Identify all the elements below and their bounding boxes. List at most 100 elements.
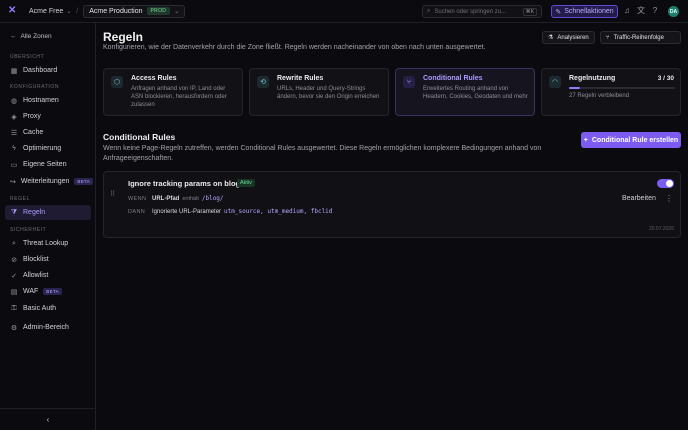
usage-progress-bar <box>569 87 675 89</box>
settings-icon: ⚙ <box>10 324 18 332</box>
rule-condition: URL-Pfad enthält /blog/ <box>152 195 224 202</box>
plus-icon: + <box>583 136 588 144</box>
sidebar-item-admin[interactable]: ⚙ Admin-Bereich <box>5 320 91 335</box>
lock-icon: ⚿ <box>11 304 17 312</box>
sidebar-item-cache[interactable]: ☰ Cache <box>5 125 91 140</box>
page-subtitle: Konfigurieren, wie der Datenverkehr durc… <box>103 44 486 51</box>
shield-icon: ⬡ <box>111 76 123 88</box>
group-configuration: Konfiguration <box>10 84 60 90</box>
gauge-icon: ◠ <box>549 76 561 88</box>
zone-switcher[interactable]: Acme Production PROD ⌄ <box>83 4 186 18</box>
sidebar-item-label: Eigene Seiten <box>23 161 67 168</box>
arrow-left-icon: ← <box>10 33 17 40</box>
help-icon[interactable]: ? <box>650 6 660 16</box>
collapse-sidebar-button[interactable]: ‹ <box>0 408 96 430</box>
zone-name: Acme Production <box>89 7 143 15</box>
quick-actions-label: Schnellaktionen <box>564 8 614 15</box>
beta-badge: BETA <box>43 288 62 295</box>
sidebar-item-proxy[interactable]: ◈ Proxy <box>5 109 91 124</box>
card-description: URLs, Header und Query-Strings ändern, b… <box>277 86 380 100</box>
translate-icon[interactable]: 文 <box>636 6 646 16</box>
back-label: Alle Zonen <box>20 33 52 40</box>
breadcrumb-separator: / <box>76 7 79 15</box>
analyze-button-label: Analysieren <box>557 34 589 41</box>
card-description: Anfragen anhand von IP, Land oder ASN bl… <box>131 86 227 108</box>
rule-title: Ignore tracking params on blog <box>128 179 241 188</box>
card-title: Conditional Rules <box>423 75 483 82</box>
wand-icon: ✎ <box>555 8 562 16</box>
usage-remaining: 27 Regeln verbleibend <box>569 93 630 99</box>
rule-date: 20.07.2026 <box>648 226 674 232</box>
bell-icon[interactable]: ♫ <box>622 6 632 16</box>
create-conditional-rule-button[interactable]: + Conditional Rule erstellen <box>581 132 681 148</box>
sidebar-item-label: Dashboard <box>23 67 58 74</box>
condition-operator: enthält <box>182 195 199 202</box>
usage-progress-fill <box>569 87 580 89</box>
drag-handle-icon[interactable]: ⠿ <box>110 190 115 198</box>
search-shortcut: ⌘K <box>522 7 537 16</box>
sidebar-item-label: Weiterleitungen <box>20 178 70 185</box>
traffic-order-button[interactable]: ⑂ Traffic-Reihenfolge <box>600 31 681 44</box>
status-badge: Aktiv <box>237 179 255 187</box>
edit-rule-button[interactable]: Bearbeiten <box>622 195 656 202</box>
grid-icon: ▦ <box>10 67 18 75</box>
section-title: Conditional Rules <box>103 132 176 142</box>
section-subtitle: Wenn keine Page-Regeln zutreffen, werden… <box>103 145 542 162</box>
back-to-zones-link[interactable]: ← Alle Zonen <box>10 33 52 40</box>
sidebar-item-redirects[interactable]: ↪ Weiterleitungen BETA <box>5 174 94 189</box>
search-placeholder: Suchen oder springen zu... <box>434 8 507 15</box>
sidebar-item-threat-lookup[interactable]: ⌕ Threat Lookup <box>5 236 91 251</box>
sidebar-item-basic-auth[interactable]: ⚿ Basic Auth <box>5 301 91 316</box>
rewrite-icon: ⟲ <box>257 76 269 88</box>
sidebar-item-blocklist[interactable]: ⊘ Blocklist <box>5 252 91 267</box>
sidebar-item-label: Optimierung <box>23 145 62 152</box>
sidebar-item-dashboard[interactable]: ▦ Dashboard <box>5 63 91 78</box>
sidebar-item-rules[interactable]: ⧩ Regeln <box>5 205 91 220</box>
chevron-down-icon: ⌄ <box>174 8 180 15</box>
sidebar-item-label: Hostnamen <box>23 97 59 104</box>
database-icon: ☰ <box>10 129 18 137</box>
search-input[interactable]: ⌕ Suchen oder springen zu... ⌘K <box>422 5 542 18</box>
chevron-left-icon: ‹ <box>46 415 50 424</box>
sidebar-item-optimization[interactable]: ϟ Optimierung <box>5 141 91 156</box>
condition-value: /blog/ <box>201 195 224 202</box>
card-conditional-rules[interactable]: ⑂ Conditional Rules Erweitertes Routing … <box>395 68 535 116</box>
action-params: utm_source, utm_medium, fbclid <box>224 208 333 215</box>
globe-icon: ◍ <box>10 97 18 105</box>
group-rules: Regel <box>10 196 30 202</box>
rule-usage-card: ◠ Regelnutzung 3 / 30 27 Regeln verbleib… <box>541 68 681 116</box>
analyze-button[interactable]: ⚗ Analysieren <box>542 31 595 44</box>
file-icon: ▭ <box>10 161 18 169</box>
sidebar-item-label: Allowlist <box>23 272 49 279</box>
rule-enabled-toggle[interactable] <box>657 179 674 188</box>
condition-field: URL-Pfad <box>152 195 180 202</box>
sidebar-item-hostnames[interactable]: ◍ Hostnamen <box>5 93 91 108</box>
main-content: Regeln Konfigurieren, wie der Datenverke… <box>96 23 688 430</box>
more-options-icon[interactable]: ⋮ <box>665 194 673 203</box>
rule-action: Ignorierte URL-Parameter utm_source, utm… <box>152 208 332 215</box>
card-access-rules[interactable]: ⬡ Access Rules Anfragen anhand von IP, L… <box>103 68 243 116</box>
create-button-label: Conditional Rule erstellen <box>591 136 679 144</box>
then-label: DANN <box>128 209 146 215</box>
toggle-knob <box>666 180 673 187</box>
redirect-icon: ↪ <box>10 178 16 186</box>
rule-card: ⠿ Ignore tracking params on blog Aktiv W… <box>103 171 681 238</box>
sidebar-item-label: Blocklist <box>23 256 49 263</box>
action-name: Ignorierte URL-Parameter <box>152 208 222 215</box>
card-title: Access Rules <box>131 75 177 82</box>
zone-env-badge: PROD <box>146 7 171 15</box>
card-rewrite-rules[interactable]: ⟲ Rewrite Rules URLs, Header und Query-S… <box>249 68 389 116</box>
sidebar-item-allowlist[interactable]: ✓ Allowlist <box>5 268 91 283</box>
sidebar-item-label: WAF <box>23 288 39 295</box>
avatar[interactable]: DA <box>668 6 679 17</box>
sidebar-item-label: Proxy <box>23 113 41 120</box>
card-description: Erweitertes Routing anhand von Headern, … <box>423 86 528 100</box>
quick-actions-button[interactable]: ✎ Schnellaktionen <box>551 5 618 18</box>
sidebar-item-label: Regeln <box>23 209 46 216</box>
sidebar-item-label: Basic Auth <box>23 305 57 312</box>
brand-logo[interactable]: ✕ <box>8 6 18 16</box>
sidebar-item-custom-pages[interactable]: ▭ Eigene Seiten <box>5 157 91 172</box>
sidebar-item-label: Cache <box>23 129 44 136</box>
sidebar-item-waf[interactable]: ▤ WAF BETA <box>5 284 91 299</box>
org-switcher[interactable]: Acme Free ⌄ <box>29 8 71 15</box>
